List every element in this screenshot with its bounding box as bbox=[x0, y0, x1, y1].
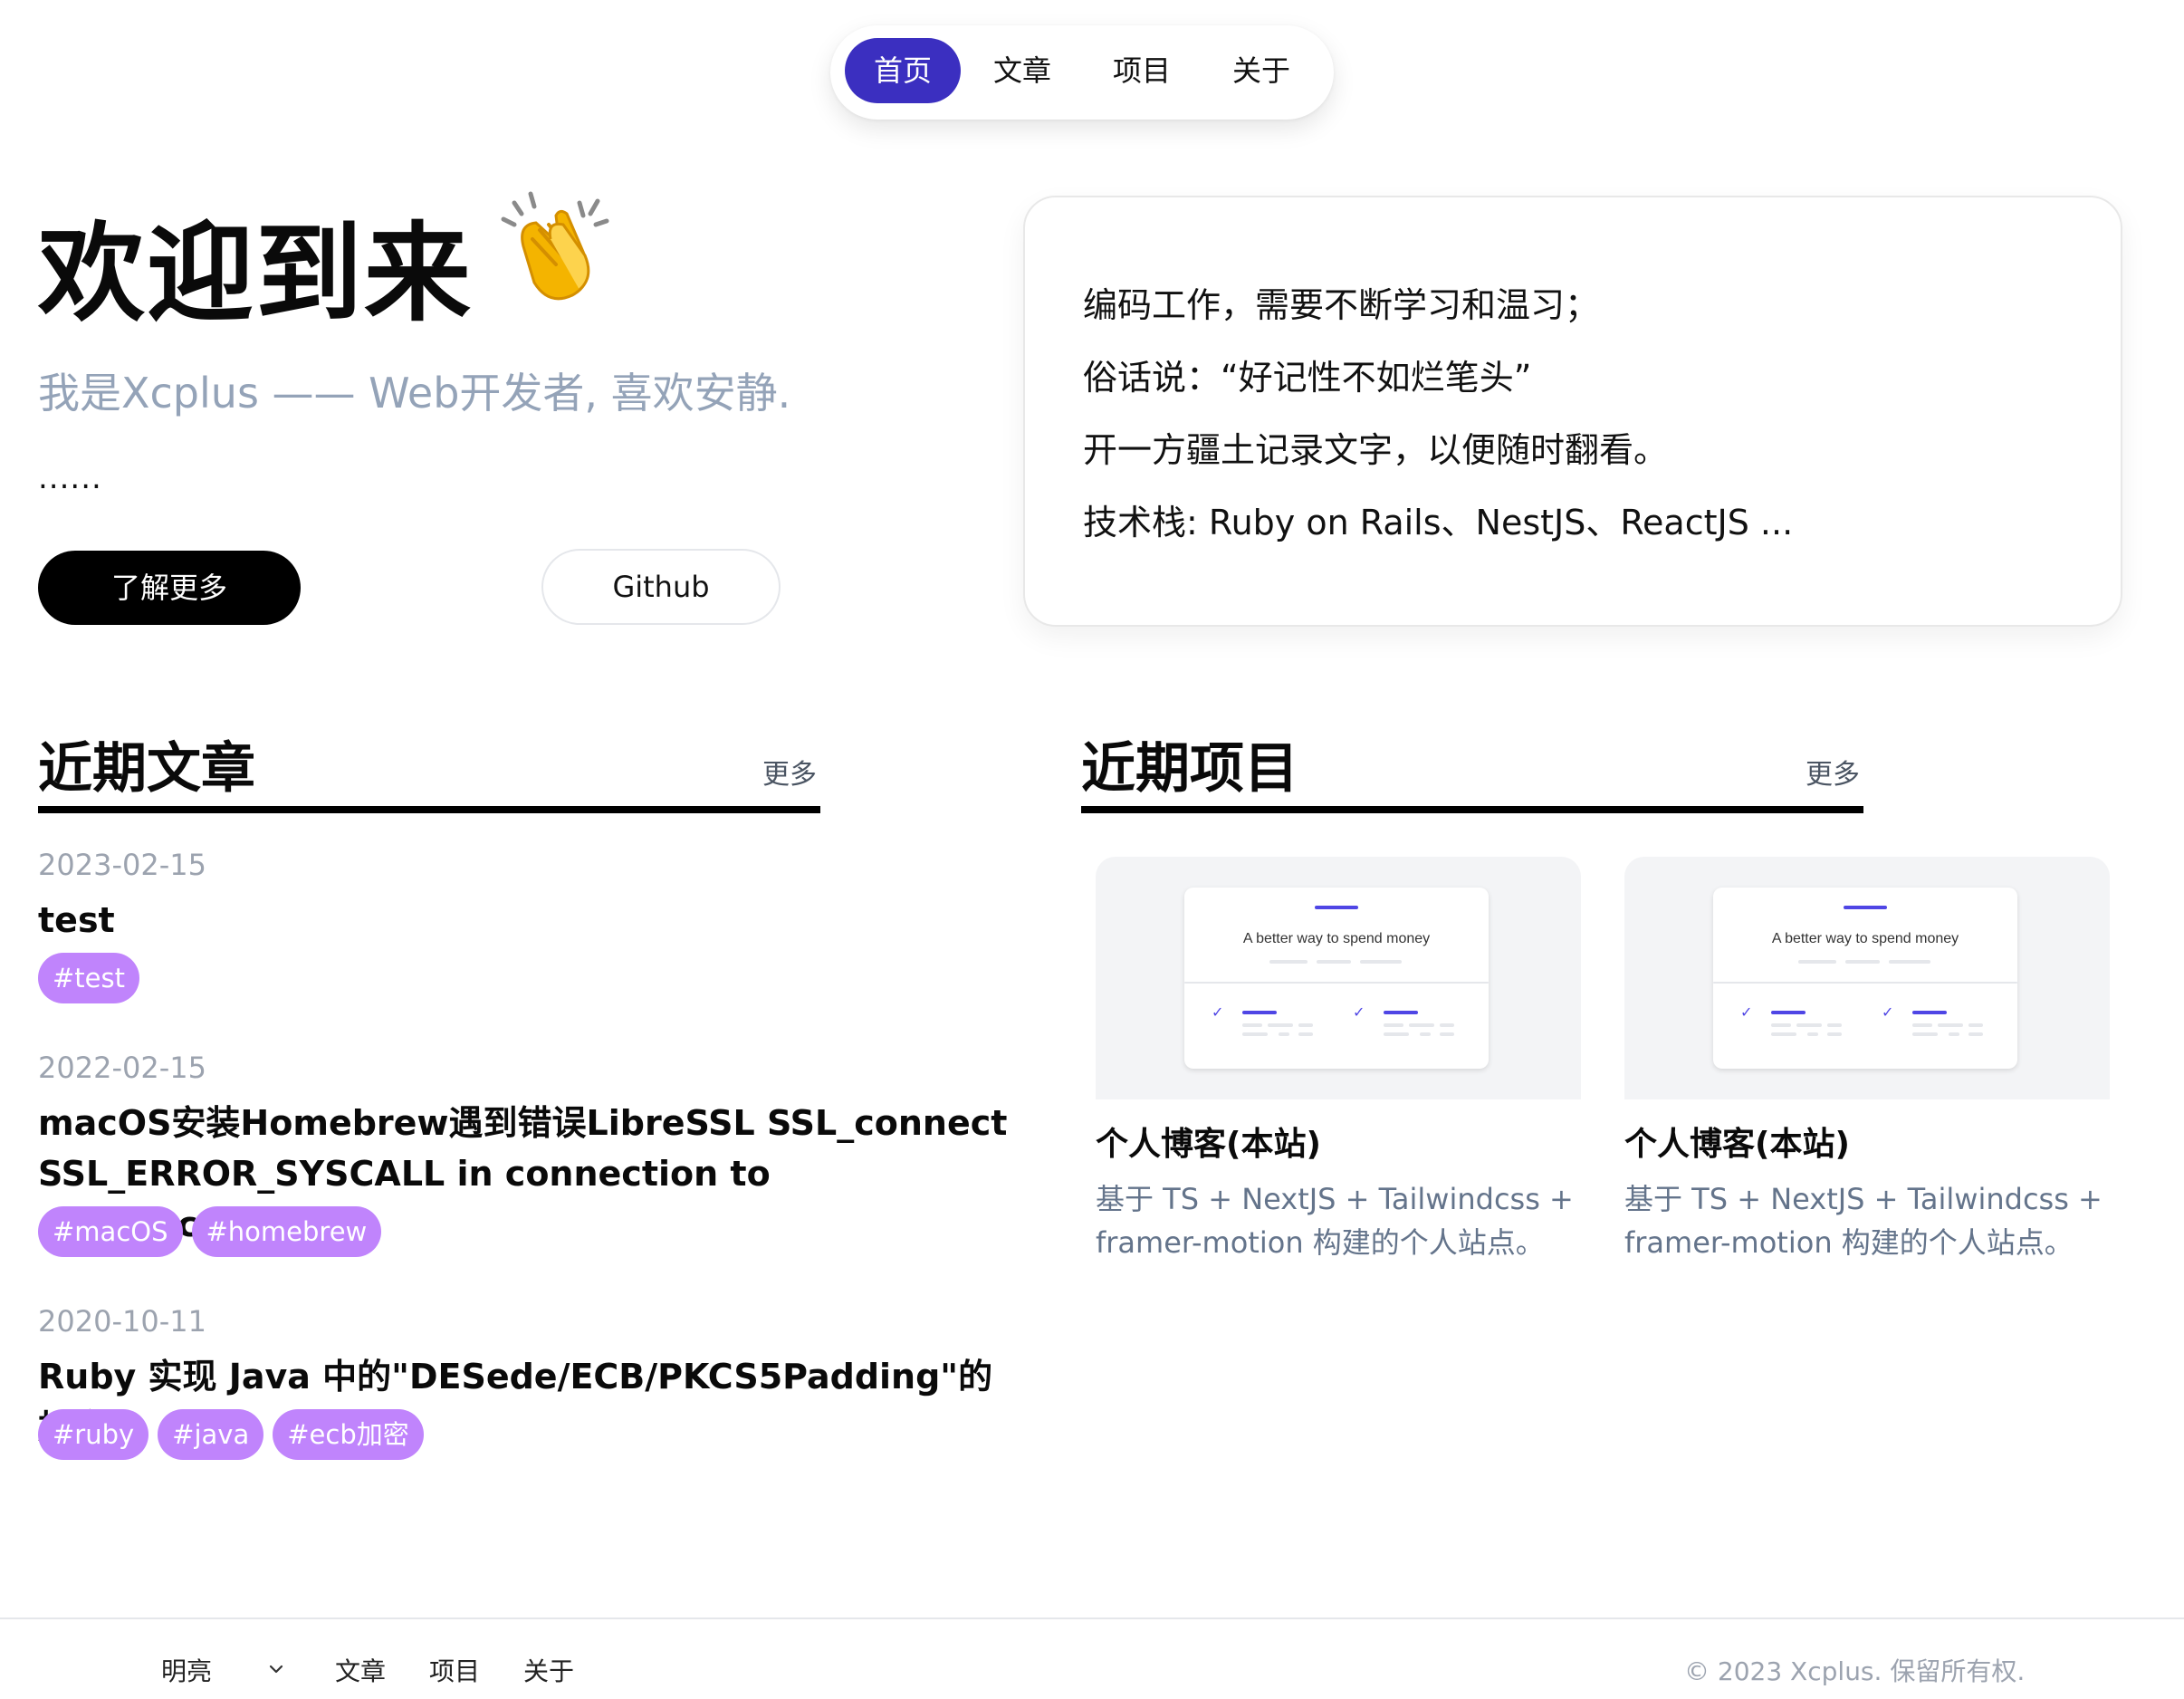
copyright-text: © 2023 Xcplus. 保留所有权. bbox=[1684, 1656, 2026, 1686]
mock-accent bbox=[1771, 1011, 1806, 1014]
posts-more-link[interactable]: 更多 bbox=[762, 752, 817, 792]
mock-line bbox=[1279, 1032, 1289, 1036]
projects-divider bbox=[1081, 806, 1863, 813]
mock-divider bbox=[1713, 982, 2017, 984]
tag-badge[interactable]: #macOS bbox=[38, 1206, 183, 1257]
mock-line bbox=[1440, 1032, 1454, 1036]
project-thumbnail[interactable]: A better way to spend money ✓ ✓ bbox=[1624, 857, 2110, 1099]
learn-more-button[interactable]: 了解更多 bbox=[38, 551, 301, 625]
mock-line bbox=[1845, 960, 1880, 964]
check-icon: ✓ bbox=[1740, 1003, 1753, 1021]
footer-divider bbox=[0, 1617, 2184, 1619]
post-tags: #test bbox=[38, 953, 139, 1003]
mock-line bbox=[1949, 1032, 1959, 1036]
mock-accent bbox=[1844, 906, 1887, 909]
mock-line bbox=[1317, 960, 1351, 964]
project-name[interactable]: 个人博客(本站) bbox=[1624, 1118, 1850, 1165]
post-title[interactable]: test bbox=[38, 895, 1016, 945]
intro-line: 开一方疆土记录文字，以便随时翻看。 bbox=[1083, 430, 1669, 470]
tag-badge[interactable]: #ecb加密 bbox=[273, 1409, 424, 1460]
intro-card: 编码工作，需要不断学习和温习； 俗话说：“好记性不如烂笔头” 开一方疆土记录文字… bbox=[1023, 196, 2122, 627]
mock-line bbox=[1889, 960, 1930, 964]
thumbnail-mockup: A better way to spend money ✓ ✓ bbox=[1184, 888, 1489, 1069]
theme-select-value: 明亮 bbox=[161, 1656, 213, 1686]
tag-badge[interactable]: #test bbox=[38, 953, 139, 1003]
nav-projects[interactable]: 项目 bbox=[1084, 38, 1200, 103]
check-icon: ✓ bbox=[1353, 1003, 1365, 1021]
github-button[interactable]: Github bbox=[541, 549, 781, 625]
hero-ellipsis: ...... bbox=[38, 460, 102, 496]
posts-divider bbox=[38, 806, 820, 813]
post-date: 2023-02-15 bbox=[38, 848, 206, 882]
nav-home[interactable]: 首页 bbox=[845, 38, 961, 103]
mock-line bbox=[1242, 1032, 1268, 1036]
tag-badge[interactable]: #ruby bbox=[38, 1409, 149, 1460]
mock-line bbox=[1827, 1023, 1842, 1027]
tag-badge[interactable]: #homebrew bbox=[191, 1206, 382, 1257]
mock-line bbox=[1771, 1023, 1791, 1027]
check-icon: ✓ bbox=[1882, 1003, 1894, 1021]
project-description: 基于 TS + NextJS + Tailwindcss + framer-mo… bbox=[1624, 1182, 2103, 1260]
thumbnail-mockup: A better way to spend money ✓ ✓ bbox=[1713, 888, 2017, 1069]
mockup-heading: A better way to spend money bbox=[1242, 931, 1431, 946]
mock-line bbox=[1912, 1032, 1938, 1036]
nav-articles[interactable]: 文章 bbox=[964, 38, 1080, 103]
mock-line bbox=[1298, 1023, 1313, 1027]
mock-line bbox=[1242, 1023, 1262, 1027]
intro-line: 俗话说：“好记性不如烂笔头” bbox=[1083, 358, 1532, 398]
mock-line bbox=[1360, 960, 1402, 964]
footer-link-about[interactable]: 关于 bbox=[523, 1652, 574, 1688]
mock-accent bbox=[1384, 1011, 1418, 1014]
recent-projects-title: 近期项目 bbox=[1081, 737, 1298, 801]
mock-line bbox=[1912, 1023, 1932, 1027]
mock-line bbox=[1796, 1023, 1822, 1027]
mock-line bbox=[1827, 1032, 1842, 1036]
mock-accent bbox=[1315, 906, 1358, 909]
mock-line bbox=[1938, 1023, 1963, 1027]
project-name[interactable]: 个人博客(本站) bbox=[1096, 1118, 1321, 1165]
footer-link-articles[interactable]: 文章 bbox=[335, 1652, 386, 1688]
theme-select[interactable]: 明亮 bbox=[161, 1652, 283, 1688]
post-tags: #macOS #homebrew bbox=[38, 1206, 382, 1257]
check-icon: ✓ bbox=[1212, 1003, 1224, 1021]
hero-subtitle: 我是Xcplus —— Web开发者, 喜欢安静. bbox=[38, 369, 791, 418]
clapping-hands-icon bbox=[501, 191, 609, 301]
mock-line bbox=[1798, 960, 1836, 964]
mockup-heading: A better way to spend money bbox=[1771, 931, 1959, 946]
mock-line bbox=[1384, 1023, 1403, 1027]
mock-line bbox=[1384, 1032, 1409, 1036]
mock-accent bbox=[1242, 1011, 1277, 1014]
intro-line: 编码工作，需要不断学习和温习； bbox=[1083, 285, 1600, 325]
mock-line bbox=[1269, 960, 1308, 964]
nav-about[interactable]: 关于 bbox=[1203, 38, 1319, 103]
post-date: 2020-10-11 bbox=[38, 1304, 206, 1339]
mock-line bbox=[1807, 1032, 1818, 1036]
mock-line bbox=[1968, 1023, 1983, 1027]
chevron-down-icon bbox=[269, 1665, 283, 1674]
recent-posts-title: 近期文章 bbox=[38, 737, 255, 801]
mock-line bbox=[1771, 1032, 1796, 1036]
project-description: 基于 TS + NextJS + Tailwindcss + framer-mo… bbox=[1096, 1182, 1574, 1260]
hero-title: 欢迎到来 bbox=[38, 211, 474, 336]
mock-line bbox=[1409, 1023, 1434, 1027]
top-nav: 首页 文章 项目 关于 bbox=[830, 25, 1334, 120]
tag-badge[interactable]: #java bbox=[158, 1409, 264, 1460]
project-thumbnail[interactable]: A better way to spend money ✓ ✓ bbox=[1096, 857, 1581, 1099]
mock-line bbox=[1968, 1032, 1983, 1036]
intro-line: 技术栈: Ruby on Rails、NestJS、ReactJS ... bbox=[1083, 503, 1794, 542]
mock-accent bbox=[1912, 1011, 1947, 1014]
footer-link-projects[interactable]: 项目 bbox=[429, 1652, 480, 1688]
mock-line bbox=[1420, 1032, 1431, 1036]
mock-line bbox=[1268, 1023, 1293, 1027]
mock-divider bbox=[1184, 982, 1489, 984]
post-tags: #ruby #java #ecb加密 bbox=[38, 1409, 424, 1460]
projects-more-link[interactable]: 更多 bbox=[1806, 752, 1860, 792]
post-date: 2022-02-15 bbox=[38, 1051, 206, 1085]
mock-line bbox=[1298, 1032, 1313, 1036]
mock-line bbox=[1440, 1023, 1454, 1027]
